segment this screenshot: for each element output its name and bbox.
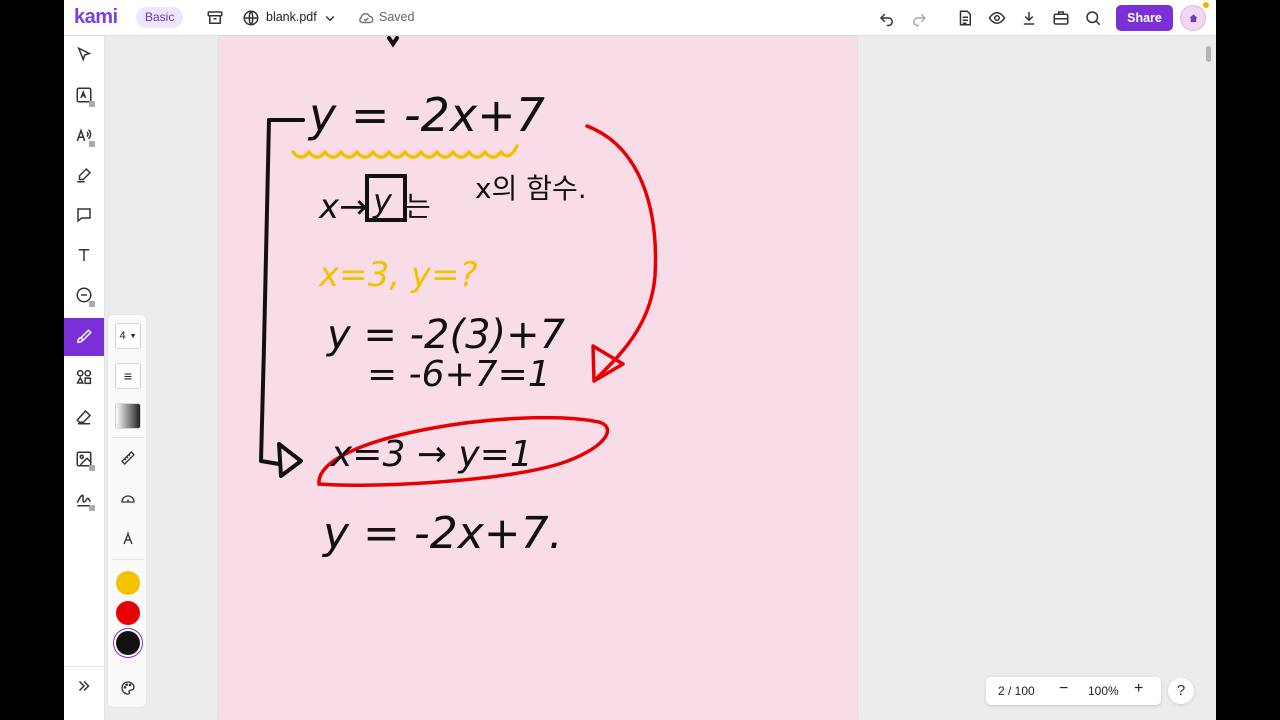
lock-icon <box>89 101 95 107</box>
highlighter-icon <box>77 167 92 183</box>
menu-icon: ≡ <box>123 368 133 384</box>
signature-tool[interactable] <box>64 480 104 518</box>
eye-icon[interactable] <box>985 6 1009 30</box>
share-button[interactable]: Share <box>1116 5 1173 31</box>
shapes-icon <box>76 369 92 385</box>
cursor-icon <box>77 46 92 62</box>
lock-icon <box>89 301 95 307</box>
panel-divider <box>112 437 144 438</box>
ruler-tool[interactable] <box>115 445 141 471</box>
handwriting-line2-a: x→ <box>318 187 368 227</box>
handwriting-canvas[interactable]: y = -2x+7 x→ y 는 x의 함수. x=3, y=? y = -2(… <box>219 36 857 720</box>
palette-icon <box>121 681 135 695</box>
lock-icon <box>89 505 95 511</box>
brush-icon <box>77 329 92 344</box>
ruler-icon <box>121 451 135 465</box>
black-bracket-arrow <box>259 118 305 466</box>
page-indicator[interactable]: 2 / 100 <box>998 684 1035 698</box>
zoom-in-button[interactable]: + <box>1134 680 1143 698</box>
notification-dot <box>1203 2 1209 8</box>
handwriting-line2-b: 는 <box>405 190 431 223</box>
comment-icon <box>77 208 91 223</box>
save-status: Saved <box>379 10 415 24</box>
lock-icon <box>89 465 95 471</box>
handwriting-line3: x=3, y=? <box>318 255 478 295</box>
redo-icon[interactable] <box>907 6 931 30</box>
chevron-down-icon[interactable] <box>318 6 342 30</box>
kami-logo[interactable]: kami <box>74 6 118 29</box>
vertical-scrollbar[interactable] <box>1204 40 1212 720</box>
stroke-width-select[interactable]: 4 ▼ <box>115 323 141 349</box>
lock-icon <box>89 141 95 147</box>
line-style-button[interactable]: ≡ <box>115 363 141 389</box>
handwriting-line1: y = -2x+7 <box>307 88 545 142</box>
toolbox-icon[interactable] <box>1049 6 1073 30</box>
left-toolbar <box>64 36 105 720</box>
compass-tool[interactable] <box>115 525 141 551</box>
select-tool[interactable] <box>64 36 104 74</box>
protractor-tool[interactable] <box>115 485 141 511</box>
ink-stroke-top <box>387 36 399 48</box>
top-bar: kami Basic blank.pdf Saved Share <box>64 0 1216 36</box>
caret-down-icon: ▼ <box>129 332 137 340</box>
red-curved-arrow <box>585 124 658 380</box>
yellow-squiggle-underline <box>291 144 519 159</box>
handwriting-line7: y = -2x+7. <box>321 508 563 559</box>
color-swatch-red[interactable] <box>116 601 140 625</box>
eraser-icon <box>76 409 92 425</box>
document-page[interactable]: y = -2x+7 x→ y 는 x의 함수. x=3, y=? y = -2(… <box>219 36 857 720</box>
text-tool[interactable] <box>64 236 104 274</box>
panel-divider <box>112 559 144 560</box>
color-swatch-yellow[interactable] <box>116 571 140 595</box>
archive-icon[interactable] <box>203 6 227 30</box>
text-icon <box>78 249 90 261</box>
double-chevron-right-icon <box>78 680 90 692</box>
page-controls: 2 / 100 − 100% + <box>986 677 1161 705</box>
opacity-button[interactable] <box>115 403 141 429</box>
avatar[interactable] <box>1180 5 1206 31</box>
highlighter-tool[interactable] <box>64 156 104 194</box>
shapes-tool[interactable] <box>64 358 104 396</box>
equation-tool[interactable] <box>64 276 104 314</box>
search-icon[interactable] <box>1081 6 1105 30</box>
download-icon[interactable] <box>1017 6 1041 30</box>
undo-icon[interactable] <box>875 6 899 30</box>
color-swatch-black[interactable] <box>116 631 140 655</box>
home-icon <box>1188 13 1198 22</box>
image-tool[interactable] <box>64 440 104 478</box>
globe-icon[interactable] <box>239 6 263 30</box>
zoom-out-button[interactable]: − <box>1059 680 1068 698</box>
text-recognition-tool[interactable] <box>64 76 104 114</box>
help-button[interactable]: ? <box>1168 678 1194 704</box>
text-to-speech-tool[interactable] <box>64 116 104 154</box>
drawing-tool[interactable] <box>64 318 104 356</box>
cloud-check-icon <box>354 6 378 30</box>
compass-icon <box>123 532 133 545</box>
document-icon[interactable] <box>953 6 977 30</box>
expand-toolbar-button[interactable] <box>64 667 104 705</box>
stroke-width-value: 4 <box>119 330 126 342</box>
zoom-level[interactable]: 100% <box>1088 684 1119 698</box>
handwriting-line5: = -6+7=1 <box>367 354 551 395</box>
eraser-tool[interactable] <box>64 398 104 436</box>
handwriting-line6: x=3 → y=1 <box>330 434 533 475</box>
scrollbar-thumb[interactable] <box>1206 46 1211 62</box>
app-window: kami Basic blank.pdf Saved Share 4 ▼ ≡ y… <box>64 0 1216 720</box>
handwriting-line2-c: x의 함수. <box>475 172 587 205</box>
protractor-icon <box>121 495 135 503</box>
comment-tool[interactable] <box>64 196 104 234</box>
file-name[interactable]: blank.pdf <box>266 10 317 24</box>
drawing-options-panel: 4 ▼ ≡ <box>107 314 147 708</box>
handwriting-line2-box: y <box>372 182 393 220</box>
color-palette-button[interactable] <box>115 675 141 701</box>
black-arrow-head <box>277 442 303 478</box>
handwriting-line4: y = -2(3)+7 <box>326 312 566 358</box>
plan-badge[interactable]: Basic <box>136 7 184 28</box>
